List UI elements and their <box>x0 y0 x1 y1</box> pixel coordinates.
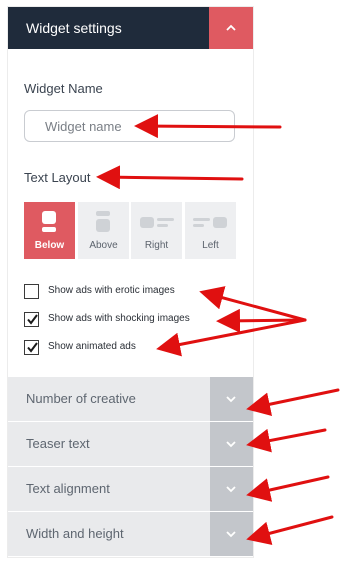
collapse-button[interactable] <box>209 7 253 49</box>
layout-left-label: Left <box>202 240 219 251</box>
widget-settings-header[interactable]: Widget settings <box>8 7 253 49</box>
widget-name-label: Widget Name <box>24 81 103 96</box>
option-shocking-images[interactable]: Show ads with shocking images <box>24 312 244 330</box>
chevron-down-icon <box>226 396 236 403</box>
erotic-images-checkbox[interactable] <box>24 284 39 299</box>
section-label: Number of creative <box>26 391 136 406</box>
animated-ads-checkbox[interactable] <box>24 340 39 355</box>
option-erotic-images[interactable]: Show ads with erotic images <box>24 284 244 302</box>
section-label: Width and height <box>26 526 124 541</box>
shocking-images-checkbox[interactable] <box>24 312 39 327</box>
chevron-down-icon <box>226 531 236 538</box>
text-layout-options: Below Above Right Left <box>24 202 236 259</box>
checkmark-icon <box>27 314 38 325</box>
section-label: Teaser text <box>26 436 90 451</box>
section-text-alignment[interactable]: Text alignment <box>8 467 253 511</box>
section-label: Text alignment <box>26 481 110 496</box>
layout-left-button[interactable]: Left <box>185 202 236 259</box>
layout-above-label: Above <box>89 240 118 251</box>
chevron-up-icon <box>226 24 236 31</box>
section-width-and-height[interactable]: Width and height <box>8 512 253 556</box>
layout-left-icon <box>193 217 227 228</box>
option-animated-ads[interactable]: Show animated ads <box>24 340 244 358</box>
chevron-down-icon <box>226 486 236 493</box>
section-teaser-text[interactable]: Teaser text <box>8 422 253 466</box>
section-number-of-creative[interactable]: Number of creative <box>8 377 253 421</box>
layout-above-icon <box>96 211 110 232</box>
annotation-arrow <box>246 515 334 546</box>
layout-right-button[interactable]: Right <box>131 202 182 259</box>
text-layout-label: Text Layout <box>24 170 91 185</box>
animated-ads-label: Show animated ads <box>48 341 136 352</box>
annotation-arrow <box>246 388 340 417</box>
expand-button[interactable] <box>210 512 253 556</box>
annotation-arrow <box>246 428 327 453</box>
layout-below-icon <box>42 211 56 232</box>
expand-button[interactable] <box>210 467 253 511</box>
chevron-down-icon <box>226 441 236 448</box>
expand-button[interactable] <box>210 422 253 466</box>
layout-right-label: Right <box>144 240 169 251</box>
annotation-arrow <box>246 475 330 502</box>
layout-above-button[interactable]: Above <box>78 202 129 259</box>
layout-below-button[interactable]: Below <box>24 202 75 259</box>
widget-settings-title: Widget settings <box>26 20 122 36</box>
checkmark-icon <box>27 342 38 353</box>
shocking-images-label: Show ads with shocking images <box>48 313 190 324</box>
widget-settings-panel: Widget settings Widget Name Text Layout … <box>8 7 253 557</box>
layout-below-label: Below <box>34 240 65 251</box>
layout-right-icon <box>140 217 174 228</box>
erotic-images-label: Show ads with erotic images <box>48 285 175 296</box>
expand-button[interactable] <box>210 377 253 421</box>
widget-name-input[interactable] <box>24 110 235 142</box>
